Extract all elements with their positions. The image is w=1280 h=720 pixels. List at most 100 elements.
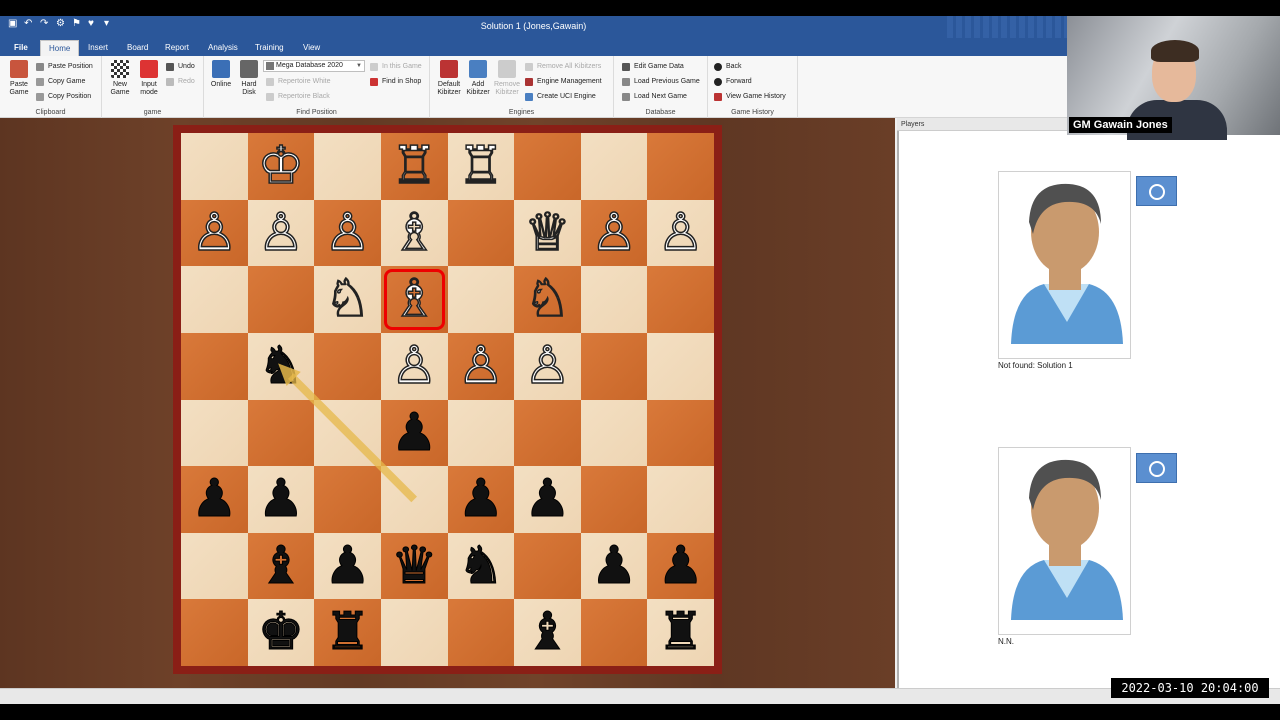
white-pawn-icon[interactable]: ♙ (514, 333, 581, 400)
square-f8[interactable] (514, 133, 581, 200)
square-b5[interactable]: ♞ (247, 332, 315, 400)
online-button[interactable]: Online (206, 60, 236, 89)
white-bishop-icon[interactable]: ♗ (381, 266, 448, 333)
square-d3[interactable] (380, 466, 448, 533)
square-g1[interactable] (580, 599, 648, 666)
redo-button[interactable]: Redo (166, 75, 195, 88)
square-c1[interactable]: ♜ (314, 599, 381, 666)
square-f4[interactable] (514, 399, 581, 467)
database-select[interactable]: Mega Database 2020 ▼ (263, 60, 365, 72)
square-c8[interactable] (314, 133, 381, 200)
square-e5[interactable]: ♙ (447, 332, 515, 400)
white-pawn-icon[interactable]: ♙ (314, 200, 381, 267)
chessboard[interactable]: ♔ ♖ ♖ ♙ ♙ ♙ ♗ ♕ ♙ ♙ ♘ ♗ ♘ ♞ ♙ ♙ ♙ ♟ ♟ ♟ ♟ ♟ ♝ ♟ ♛ ♞ ♟ ♟ ♚ ♜ ♝ ♜ (181, 133, 714, 666)
square-e2[interactable]: ♞ (447, 532, 515, 600)
tab-home[interactable]: Home (40, 40, 80, 56)
engine-management-button[interactable]: Engine Management (525, 75, 602, 88)
square-c5[interactable] (314, 332, 381, 400)
square-b1[interactable]: ♚ (247, 599, 315, 666)
white-rook-icon[interactable]: ♖ (381, 133, 448, 200)
edit-game-data-button[interactable]: Edit Game Data (622, 60, 684, 73)
black-pawn-icon[interactable]: ♟ (248, 466, 315, 533)
white-pawn-icon[interactable]: ♙ (381, 333, 448, 400)
square-d1[interactable] (380, 599, 448, 666)
black-pawn-icon[interactable]: ♟ (381, 400, 448, 467)
black-queen-icon[interactable]: ♛ (381, 533, 448, 600)
default-kibitzer-button[interactable]: Default Kibitzer (434, 60, 464, 97)
tab-board[interactable]: Board (119, 40, 156, 56)
square-h5[interactable] (647, 332, 714, 400)
square-f6[interactable]: ♘ (514, 266, 581, 333)
square-b8[interactable]: ♔ (247, 133, 315, 200)
square-a4[interactable] (181, 399, 248, 467)
tab-training[interactable]: Training (247, 40, 292, 56)
square-d7[interactable]: ♗ (380, 199, 448, 267)
input-mode-button[interactable]: Input mode (134, 60, 164, 97)
remove-all-kibitzers-button[interactable]: Remove All Kibitzers (525, 60, 601, 73)
square-f5[interactable]: ♙ (514, 332, 581, 400)
remove-kibitzer-button[interactable]: Remove Kibitzer (492, 60, 522, 97)
copy-game-button[interactable]: Copy Game (36, 75, 85, 88)
white-bishop-icon[interactable]: ♗ (381, 200, 448, 267)
square-h7[interactable]: ♙ (647, 199, 714, 267)
square-b4[interactable] (247, 399, 315, 467)
square-e7[interactable] (447, 199, 515, 267)
black-pawn-icon[interactable]: ♟ (448, 466, 515, 533)
tab-insert[interactable]: Insert (80, 40, 116, 56)
square-d6[interactable]: ♗ (380, 266, 448, 333)
white-pawn-icon[interactable]: ♙ (647, 200, 714, 267)
undo-button[interactable]: Undo (166, 60, 195, 73)
square-a3[interactable]: ♟ (181, 466, 248, 533)
white-king-icon[interactable]: ♔ (248, 133, 315, 200)
square-e4[interactable] (447, 399, 515, 467)
square-f1[interactable]: ♝ (514, 599, 581, 666)
hard-disk-button[interactable]: Hard Disk (234, 60, 264, 97)
square-d2[interactable]: ♛ (380, 532, 448, 600)
square-g8[interactable] (580, 133, 648, 200)
square-a5[interactable] (181, 332, 248, 400)
square-e1[interactable] (447, 599, 515, 666)
square-h1[interactable]: ♜ (647, 599, 714, 666)
repertoire-black-button[interactable]: Repertoire Black (266, 90, 330, 103)
white-rook-icon[interactable]: ♖ (448, 133, 515, 200)
white-knight-icon[interactable]: ♘ (514, 266, 581, 333)
copy-position-button[interactable]: Copy Position (36, 90, 91, 103)
square-c6[interactable]: ♘ (314, 266, 381, 333)
white-pawn-icon[interactable]: ♙ (248, 200, 315, 267)
square-g3[interactable] (580, 466, 648, 533)
tab-analysis[interactable]: Analysis (200, 40, 246, 56)
square-h3[interactable] (647, 466, 714, 533)
black-pawn-icon[interactable]: ♟ (581, 533, 648, 600)
black-bishop-icon[interactable]: ♝ (248, 533, 315, 600)
square-g4[interactable] (580, 399, 648, 467)
square-d8[interactable]: ♖ (380, 133, 448, 200)
square-g6[interactable] (580, 266, 648, 333)
white-queen-icon[interactable]: ♕ (514, 200, 581, 267)
square-a8[interactable] (181, 133, 248, 200)
black-pawn-icon[interactable]: ♟ (314, 533, 381, 600)
view-game-history-button[interactable]: View Game History (714, 90, 786, 103)
black-knight-icon[interactable]: ♞ (248, 333, 315, 400)
add-kibitzer-button[interactable]: Add Kibitzer (463, 60, 493, 97)
square-c2[interactable]: ♟ (314, 532, 381, 600)
square-b3[interactable]: ♟ (247, 466, 315, 533)
black-pawn-icon[interactable]: ♟ (181, 466, 248, 533)
white-pawn-icon[interactable]: ♙ (181, 200, 248, 267)
square-a6[interactable] (181, 266, 248, 333)
black-pawn-icon[interactable]: ♟ (514, 466, 581, 533)
white-pawn-icon[interactable]: ♙ (448, 333, 515, 400)
back-button[interactable]: Back (714, 60, 742, 73)
square-c7[interactable]: ♙ (314, 199, 381, 267)
white-knight-icon[interactable]: ♘ (314, 266, 381, 333)
square-h2[interactable]: ♟ (647, 532, 714, 600)
square-d4[interactable]: ♟ (380, 399, 448, 467)
square-d5[interactable]: ♙ (380, 332, 448, 400)
black-king-icon[interactable]: ♚ (248, 599, 315, 666)
square-a7[interactable]: ♙ (181, 199, 248, 267)
square-h4[interactable] (647, 399, 714, 467)
black-bishop-icon[interactable]: ♝ (514, 599, 581, 666)
forward-button[interactable]: Forward (714, 75, 752, 88)
square-f2[interactable] (514, 532, 581, 600)
create-uci-engine-button[interactable]: Create UCI Engine (525, 90, 596, 103)
square-c3[interactable] (314, 466, 381, 533)
